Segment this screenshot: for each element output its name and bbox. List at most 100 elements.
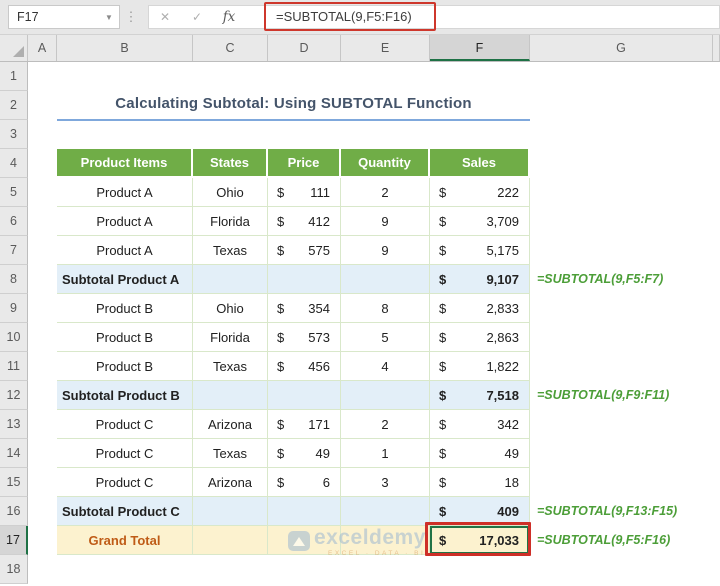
enter-icon[interactable]: ✓ [181,10,213,24]
cell-empty[interactable] [193,381,268,410]
cell-product[interactable]: Product B [57,294,193,323]
cell-product[interactable]: Product C [57,439,193,468]
column-header-D[interactable]: D [268,35,341,61]
cell-sales[interactable]: $18 [430,468,530,497]
cell-empty[interactable] [341,381,430,410]
cell-sales[interactable]: $5,175 [430,236,530,265]
row-header-4[interactable]: 4 [0,149,28,178]
cell-state[interactable]: Florida [193,323,268,352]
cell-state[interactable]: Ohio [193,294,268,323]
cell-quantity[interactable]: 1 [341,439,430,468]
cell-price[interactable]: $111 [268,178,341,207]
cell-quantity[interactable]: 2 [341,178,430,207]
cell-price[interactable]: $49 [268,439,341,468]
row-header-14[interactable]: 14 [0,439,28,468]
cell-state[interactable]: Texas [193,439,268,468]
cell-quantity[interactable]: 3 [341,468,430,497]
cell-subtotal-label[interactable]: Subtotal Product C [57,497,193,526]
row-header-12[interactable]: 12 [0,381,28,410]
cell-state[interactable]: Arizona [193,410,268,439]
select-all-corner[interactable] [0,35,28,61]
cell-product[interactable]: Product C [57,410,193,439]
cell-sales[interactable]: $1,822 [430,352,530,381]
row-header-6[interactable]: 6 [0,207,28,236]
cell-product[interactable]: Product A [57,236,193,265]
cell-empty[interactable] [193,526,268,555]
cell-price[interactable]: $412 [268,207,341,236]
cell-state[interactable]: Ohio [193,178,268,207]
cell-quantity[interactable]: 9 [341,236,430,265]
cell-sales[interactable]: $342 [430,410,530,439]
cell-product[interactable]: Product B [57,323,193,352]
cell-price[interactable]: $354 [268,294,341,323]
row-header-1[interactable]: 1 [0,62,28,91]
row-header-13[interactable]: 13 [0,410,28,439]
insert-function-icon[interactable]: fx [213,9,245,25]
row-header-9[interactable]: 9 [0,294,28,323]
row-header-16[interactable]: 16 [0,497,28,526]
cell-product[interactable]: Product A [57,207,193,236]
row-header-5[interactable]: 5 [0,178,28,207]
cell-empty[interactable] [193,497,268,526]
cell-sales[interactable]: $3,709 [430,207,530,236]
cell-grand-total-label[interactable]: Grand Total [57,526,193,555]
row-header-2[interactable]: 2 [0,91,28,120]
cell-price[interactable]: $573 [268,323,341,352]
cell-state[interactable]: Texas [193,236,268,265]
column-header-E[interactable]: E [341,35,430,61]
cell-subtotal-sales[interactable]: $409 [430,497,530,526]
cell-sales[interactable]: $2,863 [430,323,530,352]
cancel-icon[interactable]: ✕ [149,10,181,24]
column-header-F[interactable]: F [430,35,530,61]
row-header-18[interactable]: 18 [0,555,28,584]
cell-price[interactable]: $171 [268,410,341,439]
column-header-A[interactable]: A [28,35,57,61]
table-header-states[interactable]: States [193,149,268,178]
row-header-3[interactable]: 3 [0,120,28,149]
cell-subtotal-label[interactable]: Subtotal Product A [57,265,193,294]
row-header-17[interactable]: 17 [0,526,28,555]
cell-sales[interactable]: $222 [430,178,530,207]
cell-subtotal-sales[interactable]: $9,107 [430,265,530,294]
cell-state[interactable]: Arizona [193,468,268,497]
cell-quantity[interactable]: 2 [341,410,430,439]
cell-product[interactable]: Product B [57,352,193,381]
name-box[interactable]: F17 ▼ [8,5,120,29]
cell-empty[interactable] [268,381,341,410]
formula-input[interactable]: =SUBTOTAL(9,F5:F16) [266,9,412,24]
row-header-11[interactable]: 11 [0,352,28,381]
row-header-10[interactable]: 10 [0,323,28,352]
column-header-C[interactable]: C [193,35,268,61]
row-header-7[interactable]: 7 [0,236,28,265]
cell-price[interactable]: $6 [268,468,341,497]
cell-quantity[interactable]: 8 [341,294,430,323]
cell-state[interactable]: Texas [193,352,268,381]
table-header-sales[interactable]: Sales [430,149,530,178]
cell-empty[interactable] [193,265,268,294]
cell-grand-total-sales[interactable]: $17,033 [430,526,530,555]
cell-state[interactable]: Florida [193,207,268,236]
cell-product[interactable]: Product A [57,178,193,207]
cell-empty[interactable] [268,497,341,526]
cell-empty[interactable] [268,265,341,294]
cell-sales[interactable]: $49 [430,439,530,468]
cell-quantity[interactable]: 5 [341,323,430,352]
name-box-dropdown-icon[interactable]: ▼ [99,13,119,22]
row-header-15[interactable]: 15 [0,468,28,497]
cell-price[interactable]: $456 [268,352,341,381]
cell-quantity[interactable]: 9 [341,207,430,236]
table-header-quantity[interactable]: Quantity [341,149,430,178]
column-header-B[interactable]: B [57,35,193,61]
table-header-product-items[interactable]: Product Items [57,149,193,178]
cell-subtotal-label[interactable]: Subtotal Product B [57,381,193,410]
cell-sales[interactable]: $2,833 [430,294,530,323]
cell-product[interactable]: Product C [57,468,193,497]
table-header-price[interactable]: Price [268,149,341,178]
cell-empty[interactable] [341,265,430,294]
cell-subtotal-sales[interactable]: $7,518 [430,381,530,410]
row-header-8[interactable]: 8 [0,265,28,294]
cell-quantity[interactable]: 4 [341,352,430,381]
cell-empty[interactable] [341,497,430,526]
column-header-G[interactable]: G [530,35,713,61]
cell-price[interactable]: $575 [268,236,341,265]
